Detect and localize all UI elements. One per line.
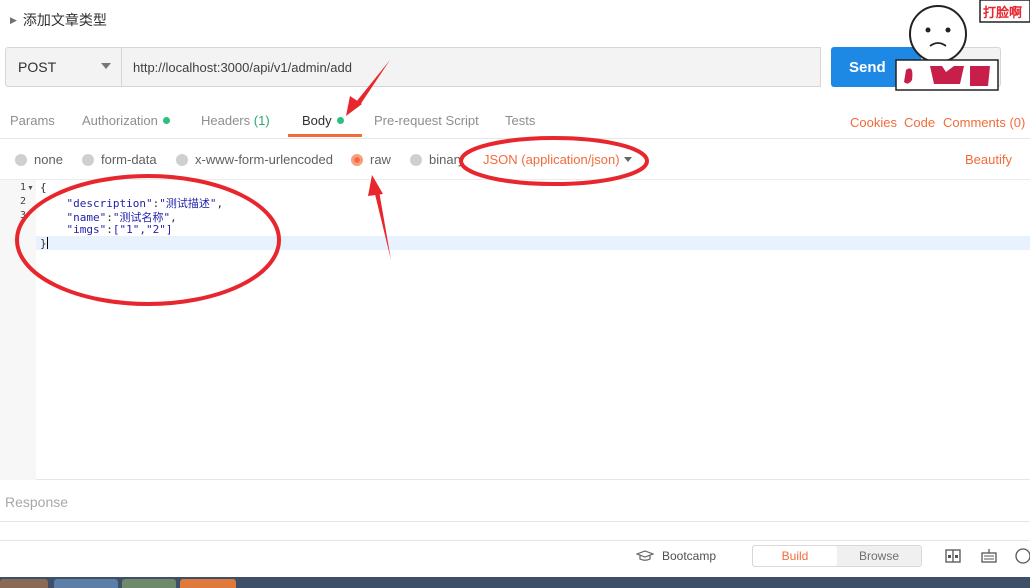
radio-x-www-form-urlencoded[interactable]: x-www-form-urlencoded	[176, 152, 333, 167]
os-taskbar	[0, 577, 1030, 588]
meme-sticker: 打脸啊	[895, 0, 1030, 91]
text-cursor	[47, 237, 48, 249]
url-input[interactable]: http://localhost:3000/api/v1/admin/add	[121, 47, 821, 87]
two-pane-view-icon[interactable]	[944, 547, 962, 565]
radio-none[interactable]: none	[15, 152, 63, 167]
cookies-link[interactable]: Cookies	[850, 115, 897, 130]
tab-pre-request-script[interactable]: Pre-request Script	[374, 113, 479, 128]
tab-params[interactable]: Params	[10, 113, 55, 128]
line-number-gutter	[0, 180, 36, 480]
url-text: http://localhost:3000/api/v1/admin/add	[133, 59, 352, 75]
radio-button[interactable]	[15, 153, 27, 166]
line-number: 3	[19, 210, 26, 221]
json-value: ["1","2"]	[112, 223, 173, 236]
radio-button-selected[interactable]	[351, 153, 363, 166]
taskbar-app-icon[interactable]	[122, 579, 176, 588]
browse-toggle[interactable]: Browse	[837, 546, 921, 566]
code-link[interactable]: Code	[904, 115, 935, 130]
bootcamp-button[interactable]: Bootcamp	[636, 549, 716, 563]
headers-count: (1)	[253, 113, 270, 128]
radio-binary[interactable]: binary	[410, 152, 464, 167]
chevron-down-icon	[101, 63, 111, 69]
status-dot-icon	[336, 117, 344, 124]
taskbar-app-icon[interactable]	[54, 579, 118, 588]
chevron-down-icon	[624, 157, 632, 162]
fold-arrow-icon[interactable]: ▼	[27, 185, 34, 192]
request-title: 添加文章类型	[22, 12, 107, 28]
url-bar: POST http://localhost:3000/api/v1/admin/…	[5, 47, 1025, 87]
build-browse-switch: Build Browse	[752, 545, 922, 567]
response-label: Response	[5, 493, 69, 510]
tab-headers[interactable]: Headers (1)	[201, 113, 270, 128]
bootcamp-label: Bootcamp	[662, 549, 717, 563]
tab-body[interactable]: Body	[302, 113, 344, 128]
build-toggle[interactable]: Build	[753, 546, 837, 566]
code-line: }	[40, 237, 47, 250]
json-key: "imgs"	[66, 223, 107, 236]
beautify-link[interactable]: Beautify	[965, 152, 1012, 167]
radio-form-data[interactable]: form-data	[82, 152, 157, 167]
response-section[interactable]: Response	[0, 482, 1030, 522]
graduation-cap-icon	[636, 550, 654, 561]
method-select[interactable]: POST	[5, 47, 122, 87]
comments-link[interactable]: Comments (0)	[943, 115, 1025, 130]
line-number: 1	[19, 182, 26, 193]
send-label: Send	[849, 58, 886, 76]
taskbar-app-icon[interactable]	[180, 579, 236, 588]
tab-authorization[interactable]: Authorization	[82, 113, 170, 128]
radio-button[interactable]	[410, 153, 422, 166]
help-icon[interactable]	[1014, 547, 1030, 565]
sticker-text: 打脸啊	[983, 5, 1022, 21]
line-number: 2	[19, 196, 26, 207]
sad-face-icon	[909, 5, 967, 63]
keyboard-shortcuts-icon[interactable]	[980, 547, 998, 565]
request-tabs: Params Authorization Headers (1) Body Pr…	[0, 103, 1030, 139]
method-label: POST	[18, 59, 57, 75]
status-dot-icon	[162, 117, 170, 124]
code-editor[interactable]: 1 ▼ 2 3 { "description":"测试描述", "name":"…	[0, 180, 1030, 480]
collapse-triangle-icon[interactable]: ▶	[10, 15, 17, 26]
active-tab-indicator	[288, 134, 362, 137]
body-mode-bar: none form-data x-www-form-urlencoded raw…	[0, 140, 1030, 180]
request-name-bar[interactable]: ▶ 添加文章类型	[0, 0, 1030, 40]
content-type-dropdown[interactable]: JSON (application/json)	[483, 152, 620, 167]
taskbar-app-icon[interactable]	[0, 579, 48, 588]
radio-button[interactable]	[82, 153, 94, 166]
radio-raw[interactable]: raw	[351, 152, 391, 167]
code-line: "imgs":["1","2"]	[66, 223, 173, 236]
status-bar: Bootcamp Build Browse	[0, 540, 1030, 576]
radio-button[interactable]	[176, 153, 188, 166]
active-line-highlight	[0, 236, 1030, 250]
tab-tests[interactable]: Tests	[505, 113, 535, 128]
code-line: {	[40, 181, 47, 194]
